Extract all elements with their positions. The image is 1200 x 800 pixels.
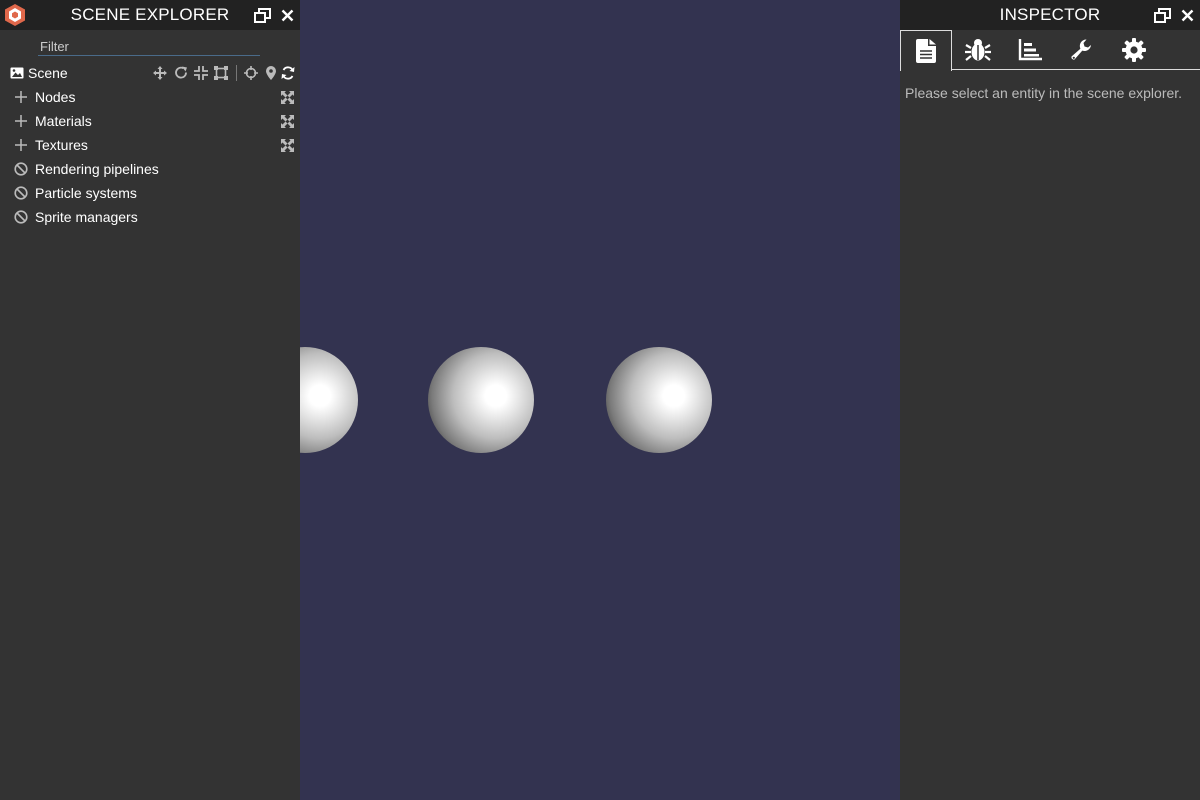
gear-icon: [1122, 38, 1146, 62]
tree-item-label: Textures: [35, 137, 88, 153]
scale-gizmo-icon[interactable]: [194, 66, 208, 80]
tab-statistics[interactable]: [1004, 30, 1056, 70]
close-icon[interactable]: [278, 6, 296, 24]
tree-item-label: Particle systems: [35, 185, 137, 201]
file-text-icon: [916, 39, 936, 63]
ban-icon: [14, 186, 28, 200]
inspector-header: INSPECTOR: [900, 0, 1200, 30]
plus-icon[interactable]: [14, 90, 28, 104]
close-icon[interactable]: [1178, 6, 1196, 24]
popout-window-icon[interactable]: [1153, 6, 1171, 24]
expand-all-icon[interactable]: [280, 90, 294, 104]
ban-icon: [14, 210, 28, 224]
tree-item-materials[interactable]: Materials: [0, 109, 300, 133]
tab-tools[interactable]: [1056, 30, 1108, 70]
sphere-mesh-left[interactable]: [300, 347, 358, 453]
scene-explorer-header: SCENE EXPLORER: [0, 0, 300, 30]
tree-item-rendering-pipelines[interactable]: Rendering pipelines: [0, 157, 300, 181]
filter-input[interactable]: [38, 38, 260, 56]
tab-debug[interactable]: [952, 30, 1004, 70]
plus-icon[interactable]: [14, 138, 28, 152]
tree-item-label: Nodes: [35, 89, 76, 105]
image-icon: [10, 66, 24, 80]
bug-icon: [965, 39, 991, 61]
expand-all-icon[interactable]: [280, 114, 294, 128]
babylon-logo-icon: [5, 4, 25, 26]
plus-icon[interactable]: [14, 114, 28, 128]
tab-settings[interactable]: [1108, 30, 1160, 70]
bounding-box-gizmo-icon[interactable]: [214, 66, 228, 80]
popout-window-icon[interactable]: [253, 6, 271, 24]
expand-all-icon[interactable]: [280, 138, 294, 152]
crosshair-icon[interactable]: [244, 66, 258, 80]
tree-item-nodes[interactable]: Nodes: [0, 85, 300, 109]
inspector-panel: INSPECTOR Please select an entity in the…: [900, 0, 1200, 800]
filter-row: [0, 30, 300, 60]
wrench-icon: [1071, 39, 1091, 60]
inspector-empty-message: Please select an entity in the scene exp…: [905, 85, 1183, 101]
tree-item-sprite-managers[interactable]: Sprite managers: [0, 205, 300, 229]
render-canvas[interactable]: [300, 0, 900, 800]
inspector-tabs: [900, 30, 1200, 71]
inspector-title: INSPECTOR: [999, 5, 1101, 24]
rotate-gizmo-icon[interactable]: [174, 66, 188, 80]
scene-explorer-panel: SCENE EXPLORER Scene: [0, 0, 300, 800]
sphere-mesh-center[interactable]: [428, 347, 534, 453]
tree-item-label: Materials: [35, 113, 92, 129]
tree-item-label: Sprite managers: [35, 209, 138, 225]
tab-properties[interactable]: [900, 30, 952, 71]
tree-item-textures[interactable]: Textures: [0, 133, 300, 157]
sphere-mesh-right[interactable]: [606, 347, 712, 453]
move-gizmo-icon[interactable]: [153, 66, 167, 80]
tree-item-scene[interactable]: Scene: [0, 61, 300, 85]
refresh-icon[interactable]: [281, 66, 295, 80]
tree-item-label: Rendering pipelines: [35, 161, 159, 177]
ban-icon: [14, 162, 28, 176]
tree-item-label: Scene: [28, 65, 68, 81]
bar-chart-icon: [1018, 39, 1042, 61]
tree-item-particle-systems[interactable]: Particle systems: [0, 181, 300, 205]
map-marker-icon[interactable]: [264, 66, 278, 80]
scene-explorer-title: SCENE EXPLORER: [70, 5, 230, 24]
toolbar-divider: [236, 65, 237, 81]
